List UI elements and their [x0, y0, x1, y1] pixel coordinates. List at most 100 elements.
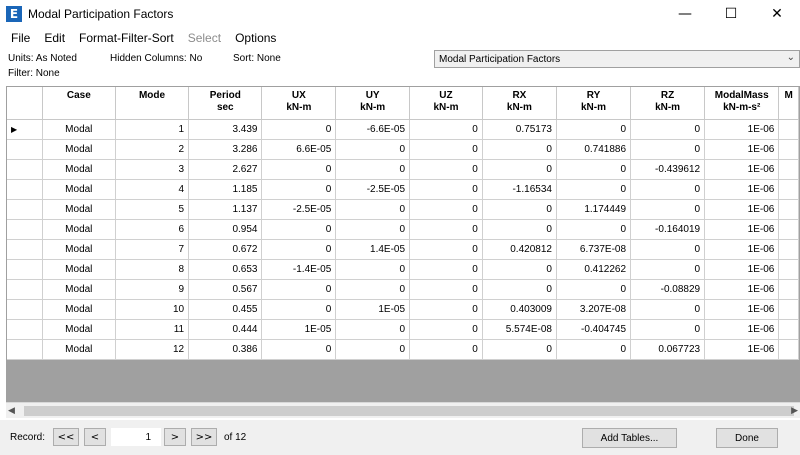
table-cell[interactable]: 2.627	[188, 159, 263, 180]
table-cell[interactable]: -6.6E-05	[335, 119, 411, 140]
table-cell[interactable]: 0	[409, 179, 483, 200]
table-cell[interactable]: 0	[556, 219, 632, 240]
table-cell[interactable]: 0	[261, 239, 337, 260]
table-cell[interactable]: 1E-06	[704, 239, 780, 260]
table-cell[interactable]: 0	[261, 279, 337, 300]
table-cell[interactable]: 0	[335, 319, 411, 340]
table-cell[interactable]: 0	[409, 319, 483, 340]
add-tables-button[interactable]: Add Tables...	[582, 428, 677, 448]
table-cell[interactable]: 0	[630, 239, 706, 260]
table-row[interactable]: Modal 5 1.137 -2.5E-05 0 0 0 1.174449 0 1E-06	[7, 199, 799, 220]
horizontal-scrollbar[interactable]: ◀ ▶	[6, 402, 800, 418]
column-header[interactable]: RX kN-m	[482, 87, 557, 120]
table-cell[interactable]: 0.386	[188, 339, 263, 360]
table-cell[interactable]: 0	[630, 139, 706, 160]
table-cell[interactable]: 0	[335, 139, 411, 160]
table-cell[interactable]: 0	[482, 219, 557, 240]
table-cell[interactable]: Modal	[42, 199, 116, 220]
table-cell[interactable]: 1.185	[188, 179, 263, 200]
table-cell[interactable]: -0.404745	[556, 319, 632, 340]
table-cell[interactable]: 0.75173	[482, 119, 557, 140]
row-selector[interactable]	[7, 239, 43, 260]
table-cell[interactable]: 4	[115, 179, 190, 200]
table-cell[interactable]	[778, 159, 799, 180]
table-cell[interactable]: -2.5E-05	[261, 199, 337, 220]
menu-format-filter-sort[interactable]: Format-Filter-Sort	[72, 28, 181, 48]
table-cell[interactable]: 0	[335, 199, 411, 220]
table-cell[interactable]	[778, 219, 799, 240]
table-cell[interactable]: 0	[409, 299, 483, 320]
table-cell[interactable]: 6.6E-05	[261, 139, 337, 160]
table-cell[interactable]: 0	[335, 339, 411, 360]
table-cell[interactable]: 11	[115, 319, 190, 340]
table-cell[interactable]: 1E-06	[704, 179, 780, 200]
column-header[interactable]: RZ kN-m	[630, 87, 706, 120]
row-selector[interactable]: ▶	[7, 119, 43, 140]
table-cell[interactable]: 0	[556, 119, 632, 140]
table-row[interactable]: Modal 12 0.386 0 0 0 0 0 0.067723 1E-06	[7, 339, 799, 360]
table-row[interactable]: Modal 7 0.672 0 1.4E-05 0 0.420812 6.737E-08 0 1E…	[7, 239, 799, 260]
first-record-button[interactable]: <<	[53, 428, 79, 446]
table-row[interactable]: Modal 8 0.653 -1.4E-05 0 0 0 0.412262 0 1E-06	[7, 259, 799, 280]
column-header[interactable]: UX kN-m	[261, 87, 337, 120]
table-cell[interactable]: 0	[335, 219, 411, 240]
table-cell[interactable]: 0	[409, 119, 483, 140]
table-cell[interactable]: 0.954	[188, 219, 263, 240]
table-cell[interactable]: 6	[115, 219, 190, 240]
previous-record-button[interactable]: <	[84, 428, 106, 446]
scroll-right-icon[interactable]: ▶	[791, 405, 798, 416]
table-cell[interactable]: 0	[630, 199, 706, 220]
table-cell[interactable]: 1E-06	[704, 199, 780, 220]
table-cell[interactable]: Modal	[42, 239, 116, 260]
table-cell[interactable]: 0	[630, 119, 706, 140]
table-row[interactable]: Modal 6 0.954 0 0 0 0 0 -0.164019 1E-06	[7, 219, 799, 240]
table-cell[interactable]: 5	[115, 199, 190, 220]
table-cell[interactable]: 0	[261, 299, 337, 320]
table-cell[interactable]: 0	[482, 339, 557, 360]
table-cell[interactable]: 0	[409, 259, 483, 280]
table-cell[interactable]: 0	[482, 199, 557, 220]
table-cell[interactable]: 1	[115, 119, 190, 140]
table-cell[interactable]: Modal	[42, 139, 116, 160]
table-cell[interactable]: 0	[482, 159, 557, 180]
table-cell[interactable]: 1E-06	[704, 319, 780, 340]
table-cell[interactable]: 0	[335, 259, 411, 280]
table-cell[interactable]: 0	[556, 339, 632, 360]
table-cell[interactable]: 0	[261, 179, 337, 200]
table-cell[interactable]: 0.672	[188, 239, 263, 260]
next-record-button[interactable]: >	[164, 428, 186, 446]
data-grid[interactable]: Case Mode Period sec UX kN-m UY kN-m UZ kN-m RX kN-…	[6, 86, 800, 418]
table-cell[interactable]: 3.286	[188, 139, 263, 160]
row-selector[interactable]	[7, 139, 43, 160]
table-cell[interactable]: 0	[482, 139, 557, 160]
table-cell[interactable]: 0.403009	[482, 299, 557, 320]
table-cell[interactable]: Modal	[42, 319, 116, 340]
table-cell[interactable]: 1E-06	[704, 219, 780, 240]
maximize-button[interactable]: ☐	[708, 0, 754, 28]
row-selector[interactable]	[7, 259, 43, 280]
table-cell[interactable]: 0	[335, 279, 411, 300]
table-cell[interactable]: -2.5E-05	[335, 179, 411, 200]
table-cell[interactable]: 0.567	[188, 279, 263, 300]
table-cell[interactable]: 0	[630, 319, 706, 340]
column-header[interactable]: M	[778, 87, 799, 120]
table-cell[interactable]: 8	[115, 259, 190, 280]
table-cell[interactable]	[778, 239, 799, 260]
column-header[interactable]: ModalMass kN-m-s²	[704, 87, 780, 120]
table-cell[interactable]: Modal	[42, 159, 116, 180]
row-selector[interactable]	[7, 199, 43, 220]
close-button[interactable]: ✕	[754, 0, 800, 28]
table-cell[interactable]: 0	[261, 219, 337, 240]
table-cell[interactable]: -1.4E-05	[261, 259, 337, 280]
table-cell[interactable]: 0	[482, 279, 557, 300]
table-cell[interactable]	[778, 139, 799, 160]
table-cell[interactable]: 6.737E-08	[556, 239, 632, 260]
column-header[interactable]: UY kN-m	[335, 87, 411, 120]
table-cell[interactable]: Modal	[42, 219, 116, 240]
table-cell[interactable]: 0	[630, 259, 706, 280]
table-cell[interactable]: 0.067723	[630, 339, 706, 360]
table-cell[interactable]: 2	[115, 139, 190, 160]
table-cell[interactable]: 0	[335, 159, 411, 180]
row-selector[interactable]	[7, 159, 43, 180]
table-cell[interactable]: -0.439612	[630, 159, 706, 180]
